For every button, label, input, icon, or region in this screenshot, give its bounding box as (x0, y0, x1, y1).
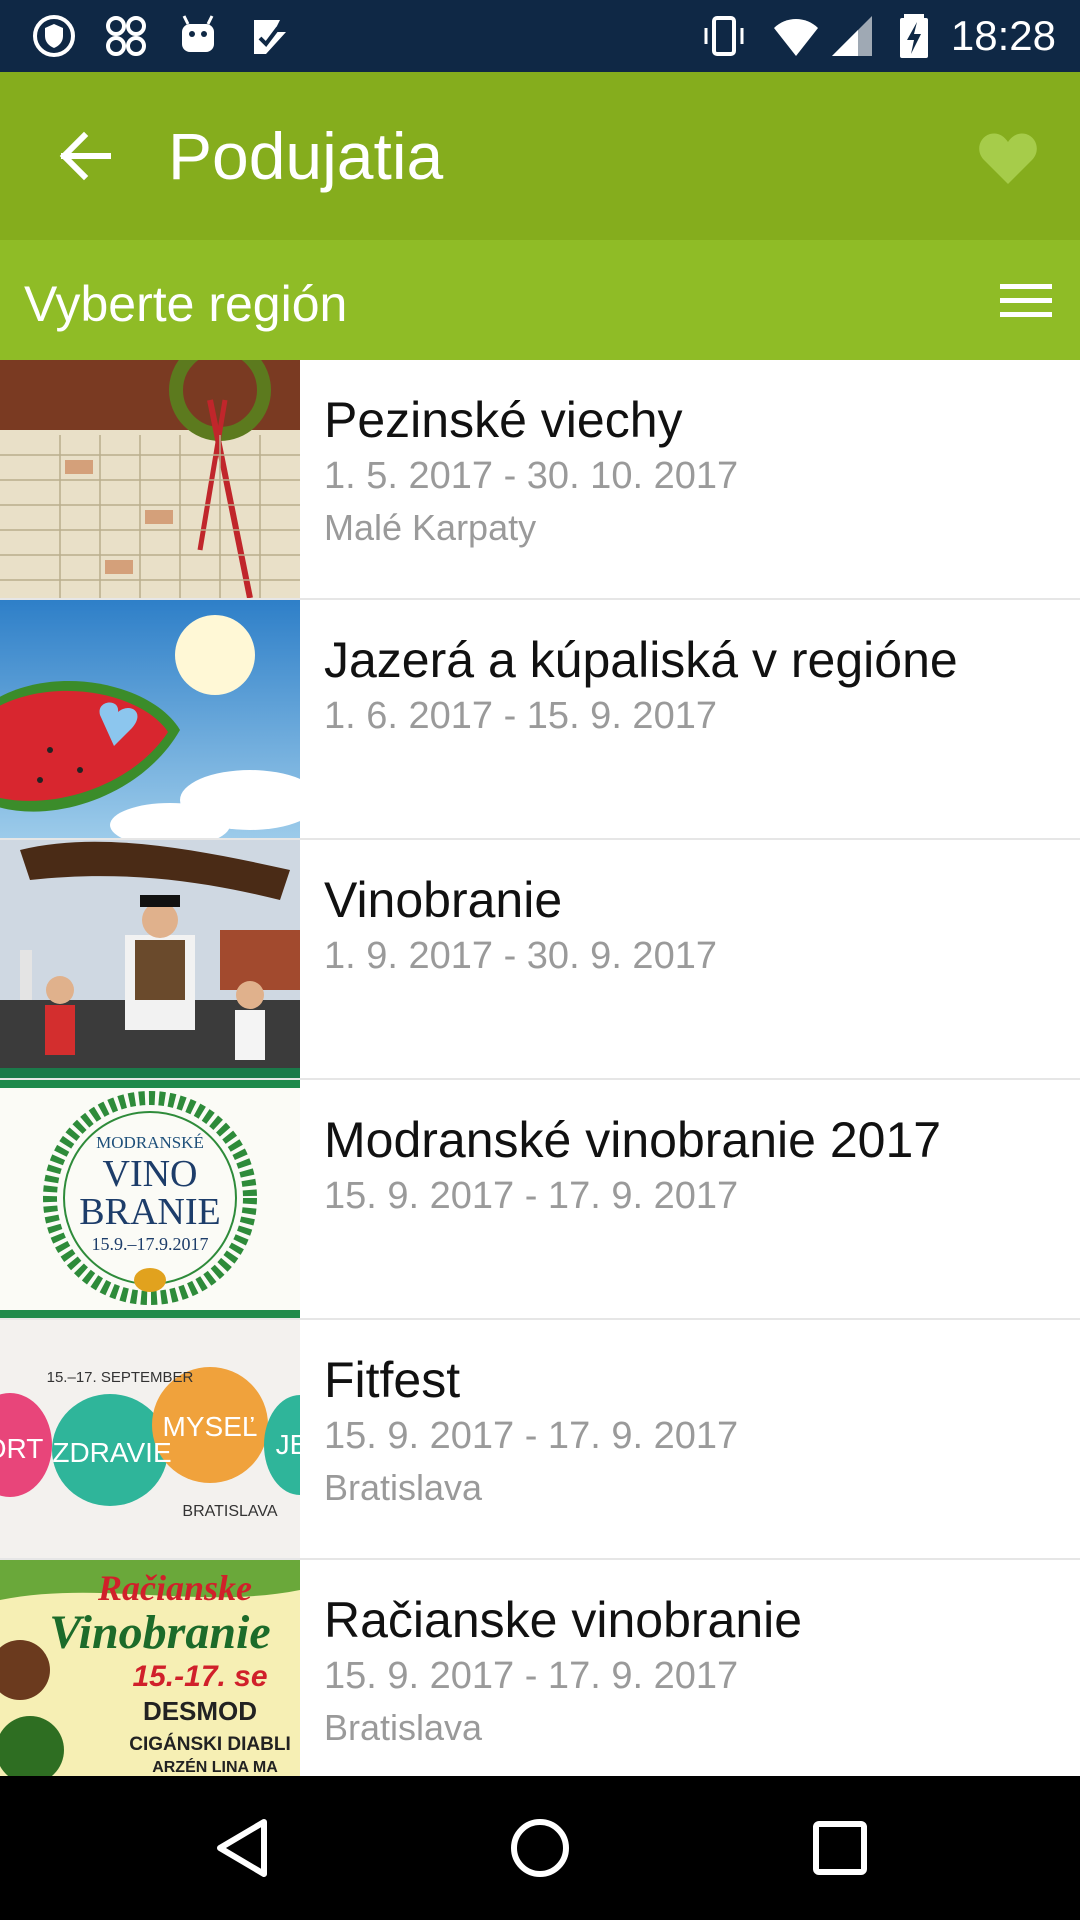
event-thumbnail (0, 360, 300, 598)
event-title: Pezinské viechy (324, 392, 683, 448)
event-thumbnail: Račianske Vinobranie 15.-17. se DESMOD C… (0, 1560, 300, 1776)
event-list-item[interactable]: 15.–17. SEPTEMBER ORT ZDRAVIE MYSEĽ JE B… (0, 1320, 1080, 1560)
event-date: 15. 9. 2017 - 17. 9. 2017 (324, 1175, 739, 1217)
event-thumbnail: MODRANSKÉ VINO BRANIE 15.9.–17.9.2017 (0, 1080, 300, 1318)
event-title: Vinobranie (324, 872, 563, 928)
event-list-item[interactable]: MODRANSKÉ VINO BRANIE 15.9.–17.9.2017 Mo… (0, 1080, 1080, 1320)
thumb-raca-line6: ARZÉN LINA MA (152, 1757, 278, 1776)
wifi-icon (774, 19, 818, 56)
battery-charging-icon (900, 14, 928, 58)
status-time: 18:28 (950, 12, 1056, 59)
thumb-fit-date: 15.–17. SEPTEMBER (47, 1369, 194, 1386)
event-location: Bratislava (324, 1707, 483, 1748)
event-date: 15. 9. 2017 - 17. 9. 2017 (324, 1415, 739, 1457)
event-list-item[interactable]: Račianske Vinobranie 15.-17. se DESMOD C… (0, 1560, 1080, 1776)
event-title: Jazerá a kúpaliská v regióne (324, 632, 958, 688)
pinwheel-icon (106, 16, 146, 56)
thumb-fit-word4: JE (276, 1429, 300, 1460)
region-selector[interactable]: Vyberte región (0, 240, 1080, 360)
app-bar: Podujatia (0, 72, 1080, 240)
event-date: 1. 9. 2017 - 30. 9. 2017 (324, 935, 717, 977)
event-date: 1. 6. 2017 - 15. 9. 2017 (324, 695, 717, 737)
thumb-raca-line5: CIGÁNSKI DIABLI (129, 1733, 291, 1755)
event-thumbnail: 15.–17. SEPTEMBER ORT ZDRAVIE MYSEĽ JE B… (0, 1320, 300, 1558)
nav-home-circle-icon[interactable] (504, 1812, 576, 1884)
event-title: Račianske vinobranie (324, 1592, 803, 1648)
event-title: Modranské vinobranie 2017 (324, 1112, 942, 1168)
shield-icon (33, 15, 75, 57)
event-thumbnail (0, 840, 300, 1078)
region-selector-label: Vyberte región (24, 276, 348, 332)
event-title: Fitfest (324, 1352, 461, 1408)
task-check-icon (254, 20, 286, 54)
event-date: 1. 5. 2017 - 30. 10. 2017 (324, 455, 739, 497)
thumb-modra-line1: MODRANSKÉ (96, 1133, 204, 1152)
event-list-item[interactable]: Vinobranie 1. 9. 2017 - 30. 9. 2017 (0, 840, 1080, 1080)
nav-recents-square-icon[interactable] (804, 1812, 876, 1884)
arrow-left-icon[interactable] (50, 122, 118, 190)
hamburger-icon[interactable] (998, 276, 1054, 324)
thumb-modra-line2: VINO (103, 1153, 198, 1195)
signal-icon (832, 16, 872, 56)
thumb-raca-line2: Vinobranie (49, 1606, 270, 1659)
nav-back-triangle-icon[interactable] (206, 1812, 278, 1884)
page-title: Podujatia (168, 119, 444, 193)
thumb-raca-line4: DESMOD (143, 1696, 257, 1726)
vibrate-icon (704, 16, 744, 56)
thumb-fit-city: BRATISLAVA (182, 1503, 277, 1520)
thumb-raca-line3: 15.-17. se (132, 1660, 267, 1693)
thumb-modra-line3: BRANIE (79, 1191, 220, 1233)
events-list[interactable]: Pezinské viechy 1. 5. 2017 - 30. 10. 201… (0, 360, 1080, 1776)
event-location: Malé Karpaty (324, 507, 537, 548)
system-navigation-bar (0, 1776, 1080, 1920)
android-icon (182, 15, 214, 52)
event-thumbnail (0, 600, 300, 838)
thumb-fit-word3: MYSEĽ (163, 1411, 258, 1442)
thumb-raca-line1: Račianske (97, 1568, 252, 1608)
heart-icon[interactable] (976, 128, 1040, 188)
event-list-item[interactable]: Jazerá a kúpaliská v regióne 1. 6. 2017 … (0, 600, 1080, 840)
status-bar: 18:28 (0, 0, 1080, 72)
thumb-fit-word1: ORT (0, 1433, 43, 1464)
event-date: 15. 9. 2017 - 17. 9. 2017 (324, 1655, 739, 1697)
event-location: Bratislava (324, 1467, 483, 1508)
thumb-fit-word2: ZDRAVIE (52, 1437, 171, 1468)
thumb-modra-line4: 15.9.–17.9.2017 (92, 1234, 209, 1254)
event-list-item[interactable]: Pezinské viechy 1. 5. 2017 - 30. 10. 201… (0, 360, 1080, 600)
